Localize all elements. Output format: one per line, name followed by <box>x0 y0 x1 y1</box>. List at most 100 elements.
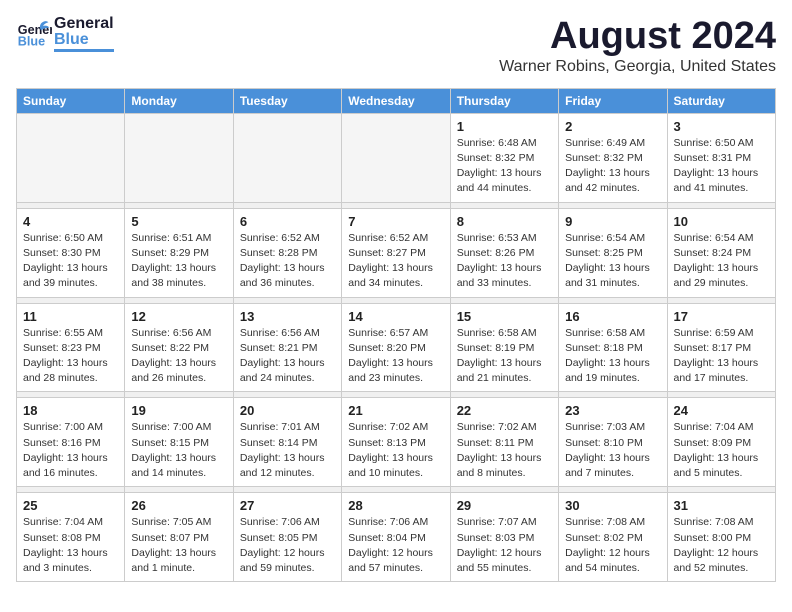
day-info: Sunrise: 7:00 AM Sunset: 8:15 PM Dayligh… <box>131 420 226 481</box>
calendar-week-row: 18 Sunrise: 7:00 AM Sunset: 8:16 PM Dayli… <box>17 398 776 487</box>
calendar-cell: 17 Sunrise: 6:59 AM Sunset: 8:17 PM Dayli… <box>667 303 775 392</box>
calendar-cell: 29Sunrise: 7:07 AM Sunset: 8:03 PM Dayli… <box>450 493 558 582</box>
day-number: 3 <box>674 119 769 134</box>
title-block: August 2024 Warner Robins, Georgia, Unit… <box>499 16 776 76</box>
day-info: Sunrise: 7:00 AM Sunset: 8:16 PM Dayligh… <box>23 420 118 481</box>
calendar-cell: 5 Sunrise: 6:51 AM Sunset: 8:29 PM Daylig… <box>125 208 233 297</box>
day-number: 18 <box>23 403 118 418</box>
day-number: 23 <box>565 403 660 418</box>
weekday-header-thursday: Thursday <box>450 88 558 113</box>
calendar-cell: 1 Sunrise: 6:48 AM Sunset: 8:32 PM Daylig… <box>450 113 558 202</box>
weekday-header-wednesday: Wednesday <box>342 88 450 113</box>
day-info: Sunrise: 6:52 AM Sunset: 8:27 PM Dayligh… <box>348 231 443 292</box>
day-number: 5 <box>131 214 226 229</box>
day-info: Sunrise: 6:55 AM Sunset: 8:23 PM Dayligh… <box>23 326 118 387</box>
calendar-cell: 6 Sunrise: 6:52 AM Sunset: 8:28 PM Daylig… <box>233 208 341 297</box>
day-info: Sunrise: 7:02 AM Sunset: 8:11 PM Dayligh… <box>457 420 552 481</box>
calendar-header-row: SundayMondayTuesdayWednesdayThursdayFrid… <box>17 88 776 113</box>
day-number: 11 <box>23 309 118 324</box>
day-number: 25 <box>23 498 118 513</box>
logo-underline <box>54 49 114 52</box>
calendar-week-row: 11 Sunrise: 6:55 AM Sunset: 8:23 PM Dayli… <box>17 303 776 392</box>
calendar-cell: 23 Sunrise: 7:03 AM Sunset: 8:10 PM Dayli… <box>559 398 667 487</box>
calendar-cell <box>342 113 450 202</box>
weekday-header-saturday: Saturday <box>667 88 775 113</box>
calendar-week-row: 4Sunrise: 6:50 AM Sunset: 8:30 PM Daylig… <box>17 208 776 297</box>
day-number: 7 <box>348 214 443 229</box>
day-info: Sunrise: 6:56 AM Sunset: 8:21 PM Dayligh… <box>240 326 335 387</box>
day-number: 26 <box>131 498 226 513</box>
day-info: Sunrise: 6:57 AM Sunset: 8:20 PM Dayligh… <box>348 326 443 387</box>
day-info: Sunrise: 6:51 AM Sunset: 8:29 PM Dayligh… <box>131 231 226 292</box>
day-number: 12 <box>131 309 226 324</box>
calendar-cell: 9Sunrise: 6:54 AM Sunset: 8:25 PM Daylig… <box>559 208 667 297</box>
month-title: August 2024 <box>499 16 776 58</box>
day-info: Sunrise: 6:49 AM Sunset: 8:32 PM Dayligh… <box>565 136 660 197</box>
day-info: Sunrise: 6:59 AM Sunset: 8:17 PM Dayligh… <box>674 326 769 387</box>
calendar-week-row: 1 Sunrise: 6:48 AM Sunset: 8:32 PM Daylig… <box>17 113 776 202</box>
calendar-cell: 15 Sunrise: 6:58 AM Sunset: 8:19 PM Dayli… <box>450 303 558 392</box>
calendar-cell <box>17 113 125 202</box>
day-info: Sunrise: 7:08 AM Sunset: 8:02 PM Dayligh… <box>565 515 660 576</box>
calendar-cell <box>233 113 341 202</box>
day-number: 28 <box>348 498 443 513</box>
calendar-cell: 24Sunrise: 7:04 AM Sunset: 8:09 PM Dayli… <box>667 398 775 487</box>
logo-icon: General Blue <box>16 16 52 52</box>
day-info: Sunrise: 6:54 AM Sunset: 8:25 PM Dayligh… <box>565 231 660 292</box>
weekday-header-sunday: Sunday <box>17 88 125 113</box>
day-info: Sunrise: 7:06 AM Sunset: 8:05 PM Dayligh… <box>240 515 335 576</box>
day-info: Sunrise: 6:48 AM Sunset: 8:32 PM Dayligh… <box>457 136 552 197</box>
day-info: Sunrise: 6:56 AM Sunset: 8:22 PM Dayligh… <box>131 326 226 387</box>
calendar-cell: 10 Sunrise: 6:54 AM Sunset: 8:24 PM Dayli… <box>667 208 775 297</box>
calendar-cell: 22 Sunrise: 7:02 AM Sunset: 8:11 PM Dayli… <box>450 398 558 487</box>
day-number: 27 <box>240 498 335 513</box>
day-info: Sunrise: 7:03 AM Sunset: 8:10 PM Dayligh… <box>565 420 660 481</box>
day-number: 15 <box>457 309 552 324</box>
location-title: Warner Robins, Georgia, United States <box>499 58 776 76</box>
page-header: General Blue General Blue August 2024 Wa… <box>16 16 776 76</box>
day-number: 4 <box>23 214 118 229</box>
calendar-cell: 18 Sunrise: 7:00 AM Sunset: 8:16 PM Dayli… <box>17 398 125 487</box>
day-number: 1 <box>457 119 552 134</box>
logo: General Blue General Blue <box>16 16 114 52</box>
day-number: 10 <box>674 214 769 229</box>
calendar-cell: 21 Sunrise: 7:02 AM Sunset: 8:13 PM Dayli… <box>342 398 450 487</box>
day-info: Sunrise: 7:08 AM Sunset: 8:00 PM Dayligh… <box>674 515 769 576</box>
day-number: 2 <box>565 119 660 134</box>
day-number: 22 <box>457 403 552 418</box>
day-info: Sunrise: 7:02 AM Sunset: 8:13 PM Dayligh… <box>348 420 443 481</box>
calendar-cell: 27 Sunrise: 7:06 AM Sunset: 8:05 PM Dayli… <box>233 493 341 582</box>
day-number: 30 <box>565 498 660 513</box>
day-number: 31 <box>674 498 769 513</box>
day-info: Sunrise: 6:50 AM Sunset: 8:31 PM Dayligh… <box>674 136 769 197</box>
calendar-cell: 30 Sunrise: 7:08 AM Sunset: 8:02 PM Dayli… <box>559 493 667 582</box>
calendar-table: SundayMondayTuesdayWednesdayThursdayFrid… <box>16 88 776 582</box>
day-number: 19 <box>131 403 226 418</box>
day-number: 17 <box>674 309 769 324</box>
calendar-cell: 2 Sunrise: 6:49 AM Sunset: 8:32 PM Daylig… <box>559 113 667 202</box>
day-info: Sunrise: 6:52 AM Sunset: 8:28 PM Dayligh… <box>240 231 335 292</box>
calendar-cell: 14 Sunrise: 6:57 AM Sunset: 8:20 PM Dayli… <box>342 303 450 392</box>
calendar-cell: 19 Sunrise: 7:00 AM Sunset: 8:15 PM Dayli… <box>125 398 233 487</box>
calendar-cell: 28 Sunrise: 7:06 AM Sunset: 8:04 PM Dayli… <box>342 493 450 582</box>
calendar-cell: 11 Sunrise: 6:55 AM Sunset: 8:23 PM Dayli… <box>17 303 125 392</box>
day-info: Sunrise: 7:07 AM Sunset: 8:03 PM Dayligh… <box>457 515 552 576</box>
calendar-cell: 20Sunrise: 7:01 AM Sunset: 8:14 PM Dayli… <box>233 398 341 487</box>
calendar-cell: 13Sunrise: 6:56 AM Sunset: 8:21 PM Dayli… <box>233 303 341 392</box>
calendar-cell: 7 Sunrise: 6:52 AM Sunset: 8:27 PM Daylig… <box>342 208 450 297</box>
day-info: Sunrise: 6:54 AM Sunset: 8:24 PM Dayligh… <box>674 231 769 292</box>
day-info: Sunrise: 6:53 AM Sunset: 8:26 PM Dayligh… <box>457 231 552 292</box>
day-info: Sunrise: 7:04 AM Sunset: 8:08 PM Dayligh… <box>23 515 118 576</box>
day-info: Sunrise: 7:04 AM Sunset: 8:09 PM Dayligh… <box>674 420 769 481</box>
day-info: Sunrise: 6:58 AM Sunset: 8:19 PM Dayligh… <box>457 326 552 387</box>
weekday-header-tuesday: Tuesday <box>233 88 341 113</box>
svg-text:Blue: Blue <box>18 35 45 49</box>
day-number: 14 <box>348 309 443 324</box>
day-number: 6 <box>240 214 335 229</box>
day-number: 21 <box>348 403 443 418</box>
calendar-cell: 8Sunrise: 6:53 AM Sunset: 8:26 PM Daylig… <box>450 208 558 297</box>
day-info: Sunrise: 7:06 AM Sunset: 8:04 PM Dayligh… <box>348 515 443 576</box>
day-info: Sunrise: 7:05 AM Sunset: 8:07 PM Dayligh… <box>131 515 226 576</box>
day-number: 20 <box>240 403 335 418</box>
logo-general-text: General <box>54 16 114 32</box>
